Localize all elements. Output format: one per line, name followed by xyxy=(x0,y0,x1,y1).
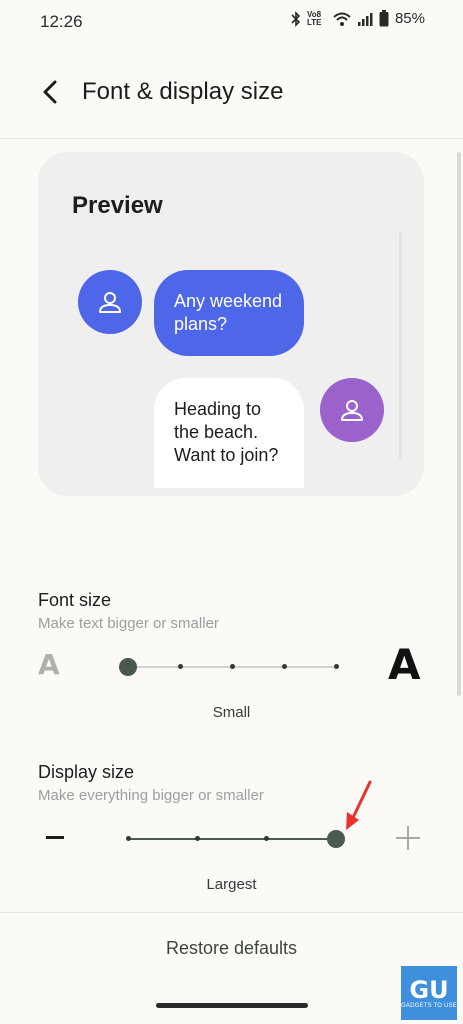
annotation-arrow-icon xyxy=(346,780,372,830)
preview-scrollbar[interactable] xyxy=(399,232,402,460)
font-size-value: Small xyxy=(212,704,251,721)
display-size-slider-step[interactable] xyxy=(194,836,200,841)
display-size-label: Display size xyxy=(38,762,135,782)
font-size-slider-thumb[interactable] xyxy=(119,658,137,676)
restore-defaults-button[interactable]: Restore defaults xyxy=(0,938,463,959)
person-icon xyxy=(341,400,363,421)
font-size-label: Font size xyxy=(38,590,112,610)
font-size-large-glyph[interactable]: A xyxy=(388,640,421,689)
footer-divider xyxy=(0,912,463,913)
back-arrow-icon xyxy=(43,80,57,104)
incoming-avatar xyxy=(78,270,142,334)
display-size-decrease-button[interactable] xyxy=(46,836,64,839)
display-size-slider[interactable] xyxy=(125,827,345,851)
font-size-small-glyph[interactable]: A xyxy=(38,648,60,681)
font-size-slider-step[interactable] xyxy=(281,664,287,669)
header-divider xyxy=(0,138,463,139)
display-size-slider-track[interactable] xyxy=(128,838,336,840)
battery-percent: 85% xyxy=(394,10,425,27)
incoming-message-bubble: Any weekend plans? xyxy=(154,270,304,356)
watermark-logo: GU GADGETS TO USE xyxy=(401,966,457,1020)
wifi-icon xyxy=(333,12,351,26)
watermark-logo-glyph: GU xyxy=(409,976,449,1004)
status-time: 12:26 xyxy=(40,12,83,31)
font-size-description: Make text bigger or smaller xyxy=(38,615,219,632)
back-button[interactable] xyxy=(34,76,66,108)
outgoing-avatar xyxy=(320,378,384,442)
page-scrollbar[interactable] xyxy=(457,152,461,696)
preview-card: Preview Any weekend plans? Heading to th… xyxy=(38,152,424,496)
display-size-slider-step[interactable] xyxy=(125,836,131,841)
outgoing-message-bubble: Heading to the beach. Want to join? xyxy=(154,378,304,488)
network-type-label: Vo8 LTE xyxy=(306,9,322,27)
bluetooth-icon xyxy=(291,10,301,27)
display-size-increase-button[interactable] xyxy=(396,826,420,850)
font-size-slider[interactable] xyxy=(119,655,339,679)
font-size-slider-step[interactable] xyxy=(177,664,183,669)
display-size-value: Largest xyxy=(206,876,257,893)
person-icon xyxy=(99,292,121,313)
app-bar: Font & display size xyxy=(0,64,463,120)
font-size-slider-step[interactable] xyxy=(333,664,339,669)
status-bar: 12:26 Vo8 LTE 85% xyxy=(0,0,463,44)
display-size-slider-step[interactable] xyxy=(264,836,270,841)
home-indicator[interactable] xyxy=(156,1003,308,1008)
watermark-text: GADGETS TO USE xyxy=(401,1003,457,1009)
display-size-description: Make everything bigger or smaller xyxy=(38,787,264,804)
signal-icon xyxy=(357,12,373,26)
display-size-slider-thumb[interactable] xyxy=(327,830,345,848)
battery-icon xyxy=(379,10,389,27)
preview-title: Preview xyxy=(72,192,163,219)
status-icons: Vo8 LTE 85% xyxy=(291,10,425,27)
font-size-slider-step[interactable] xyxy=(229,664,235,669)
page-title: Font & display size xyxy=(82,78,284,105)
